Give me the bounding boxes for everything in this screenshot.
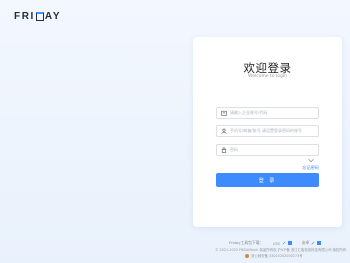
username-field[interactable]: 手机号/邮箱/账号 请设置登录密码的账号: [216, 125, 319, 137]
qr-code-icon: [287, 241, 292, 245]
download-icon: [282, 241, 286, 245]
lock-icon: [220, 147, 227, 154]
logo-text-right: AY: [44, 11, 62, 22]
company-account-field[interactable]: 请输入企业账号/代码: [216, 107, 319, 119]
brand-logo: FRI AY: [14, 11, 61, 22]
ios-label: iOS: [273, 240, 280, 246]
password-field[interactable]: 密码: [216, 144, 319, 163]
company-account-placeholder: 请输入企业账号/代码: [230, 110, 268, 115]
footer-copyright: © 2021-2023 FRIDAYtech 保留所有权 沪ICP备 浙江汇客信…: [215, 248, 347, 252]
logo-text-left: FRI: [14, 11, 35, 22]
footer-icp[interactable]: 浙公网安备 33010202000273号: [245, 253, 303, 258]
login-subtitle: Welcome to login: [248, 74, 287, 79]
password-placeholder: 密码: [230, 147, 238, 152]
android-label: 安卓: [301, 240, 310, 245]
login-button[interactable]: 登 录: [216, 173, 319, 187]
android-download[interactable]: 安卓: [302, 240, 322, 246]
ios-download[interactable]: iOS: [273, 240, 292, 246]
user-icon: [220, 128, 227, 135]
icp-text: 浙公网安备 33010202000273号: [251, 254, 303, 258]
police-badge-icon: [245, 253, 249, 258]
footer-downloads: Friday工具包下载： iOS 安卓: [229, 240, 322, 246]
forgot-password-link[interactable]: 忘记密码: [302, 165, 319, 171]
download-icon: [311, 241, 315, 245]
download-label: Friday工具包下载：: [229, 240, 264, 245]
username-placeholder: 手机号/邮箱/账号 请设置登录密码的账号: [230, 128, 302, 133]
qr-code-icon: [317, 241, 322, 245]
logo-box-mark: [35, 12, 44, 21]
building-icon: [220, 110, 227, 117]
login-card: 欢迎登录 Welcome to login 请输入企业账号/代码 手机号/邮箱/…: [193, 37, 342, 227]
